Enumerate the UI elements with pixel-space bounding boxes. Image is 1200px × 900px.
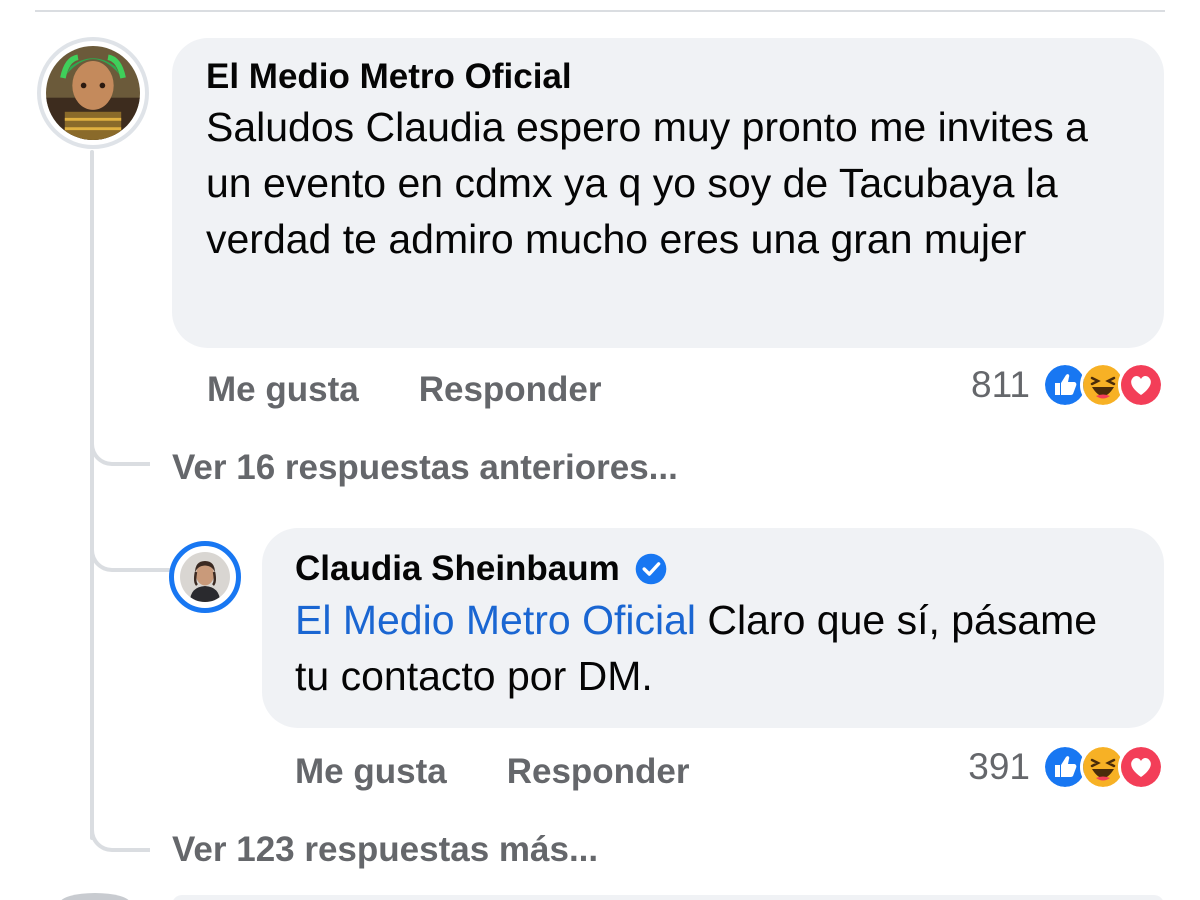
reply-button[interactable]: Responder	[419, 370, 602, 410]
thread-line	[90, 150, 94, 840]
reply-bubble: Claudia Sheinbaum El Medio Metro Oficial…	[262, 528, 1164, 728]
comment-actions: Me gusta Responder	[207, 370, 602, 410]
love-icon	[1118, 744, 1164, 790]
next-comment-bubble	[172, 895, 1164, 900]
comment-reactions[interactable]: 811	[971, 362, 1164, 408]
comment-author[interactable]: El Medio Metro Oficial	[206, 56, 572, 98]
comment-text: Saludos Claudia espero muy pronto me inv…	[206, 104, 1088, 262]
reaction-count: 391	[968, 746, 1030, 787]
reply-actions: Me gusta Responder	[295, 752, 690, 792]
avatar-photo	[180, 552, 230, 602]
thread-branch-line	[90, 820, 150, 852]
next-comment-avatar	[60, 893, 130, 900]
reaction-count: 811	[971, 364, 1030, 405]
reply-author-avatar[interactable]	[169, 541, 241, 613]
view-previous-replies-link[interactable]: Ver 16 respuestas anteriores...	[172, 448, 678, 488]
avatar-photo	[46, 46, 140, 140]
reply-author-name[interactable]: Claudia Sheinbaum	[295, 548, 620, 590]
reply-button[interactable]: Responder	[507, 752, 690, 792]
reply-reactions[interactable]: 391	[968, 744, 1164, 790]
like-button[interactable]: Me gusta	[295, 752, 447, 792]
reply-text: El Medio Metro Oficial Claro que sí, pás…	[295, 592, 1131, 704]
mention-link[interactable]: El Medio Metro Oficial	[295, 597, 696, 643]
view-more-replies-link[interactable]: Ver 123 respuestas más...	[172, 830, 598, 870]
like-button[interactable]: Me gusta	[207, 370, 359, 410]
comment-author-name[interactable]: El Medio Metro Oficial	[206, 56, 572, 98]
commenter-avatar[interactable]	[37, 37, 149, 149]
reaction-icons	[1042, 362, 1164, 408]
love-icon	[1118, 362, 1164, 408]
thread-branch-line	[90, 434, 150, 466]
top-divider	[35, 10, 1165, 12]
verified-badge-icon	[635, 553, 667, 585]
thread-branch-line	[90, 540, 170, 572]
reply-author[interactable]: Claudia Sheinbaum	[295, 548, 668, 590]
reaction-icons	[1042, 744, 1164, 790]
comment-bubble: El Medio Metro Oficial Saludos Claudia e…	[172, 38, 1164, 348]
